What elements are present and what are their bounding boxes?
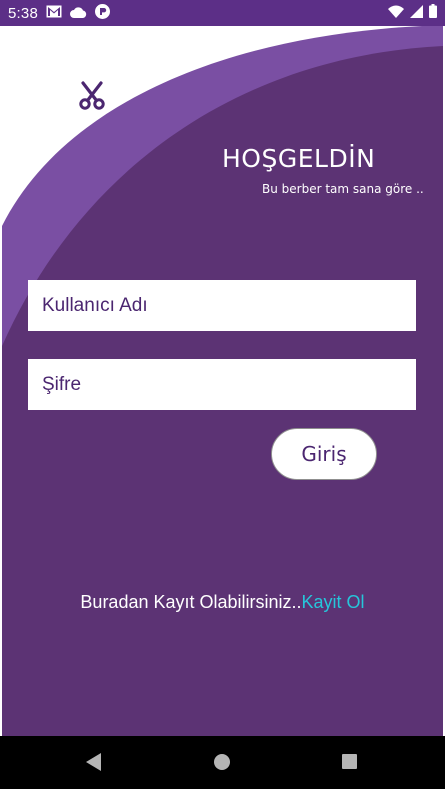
wifi-icon [388,5,404,22]
welcome-title: HOŞGELDİN [222,144,376,173]
status-time: 5:38 [8,4,38,22]
login-button-label: Giriş [301,442,347,466]
app-icon [95,3,110,23]
register-text: Buradan Kayıt Olabilirsiniz.. [80,592,302,612]
recents-icon[interactable] [342,754,357,769]
cloud-icon [70,5,87,22]
password-input[interactable] [28,359,416,410]
status-bar: 5:38 [0,0,445,26]
navigation-bar [0,736,445,789]
welcome-subtitle: Bu berber tam sana göre .. [262,182,424,196]
login-button[interactable]: Giriş [271,428,377,480]
login-screen: HOŞGELDİN Bu berber tam sana göre .. Gir… [2,26,443,736]
battery-icon [429,4,437,22]
home-icon[interactable] [214,754,230,770]
scissors-icon [76,80,108,112]
register-row: Buradan Kayıt Olabilirsiniz..Kayit Ol [2,592,443,613]
signal-icon [410,4,423,22]
username-input[interactable] [28,280,416,331]
register-link[interactable]: Kayit Ol [302,592,365,612]
back-icon[interactable] [86,753,102,776]
gmail-icon [46,5,62,22]
